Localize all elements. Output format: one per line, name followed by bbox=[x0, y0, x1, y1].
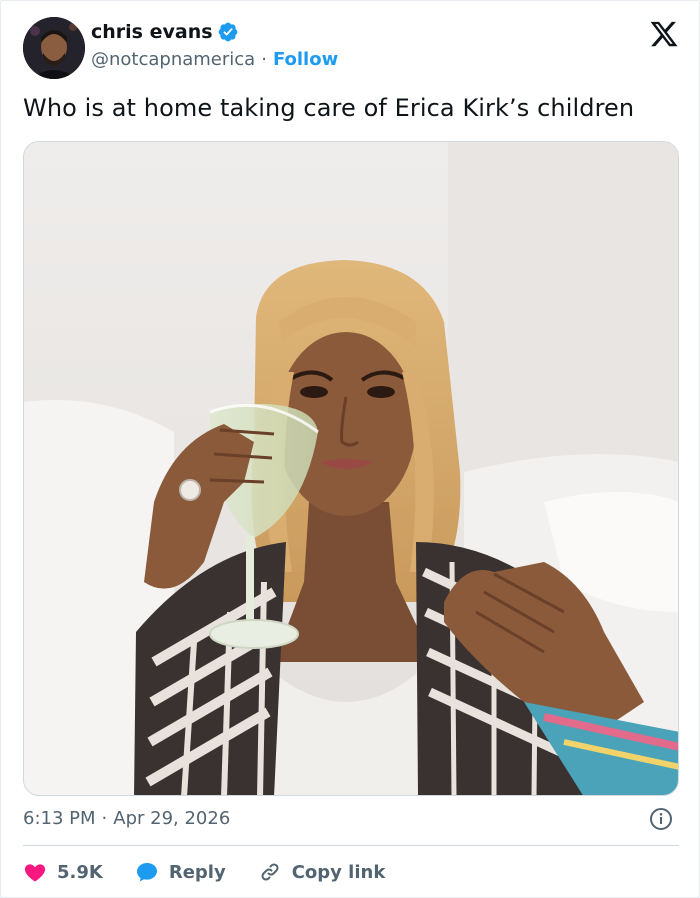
tweet-header: chris evans @notcapnamerica · Follow bbox=[23, 17, 683, 79]
author-handle[interactable]: @notcapnamerica bbox=[91, 49, 255, 70]
heart-icon bbox=[24, 864, 46, 882]
separator-dot: · bbox=[261, 49, 267, 70]
reply-label: Reply bbox=[168, 861, 226, 883]
tweet-timestamp[interactable]: 6:13 PM · Apr 29, 2026 bbox=[23, 808, 230, 829]
divider bbox=[23, 845, 679, 846]
link-icon bbox=[261, 863, 279, 881]
like-count: 5.9K bbox=[57, 861, 103, 883]
tweet-time: 6:13 PM bbox=[23, 808, 96, 829]
x-logo-icon[interactable] bbox=[649, 19, 679, 49]
like-button[interactable]: 5.9K bbox=[23, 860, 103, 884]
tweet-date: Apr 29, 2026 bbox=[113, 808, 231, 829]
speech-bubble-icon bbox=[136, 863, 157, 882]
info-icon[interactable] bbox=[649, 807, 673, 831]
tweet-actions: 5.9K Reply Copy link bbox=[23, 857, 417, 887]
tweet-media-image[interactable] bbox=[23, 141, 679, 796]
tweet-embed-card: chris evans @notcapnamerica · Follow Who… bbox=[0, 0, 700, 898]
separator-dot: · bbox=[101, 808, 108, 829]
verified-badge-icon bbox=[218, 22, 237, 42]
author-name[interactable]: chris evans bbox=[91, 21, 213, 43]
follow-button[interactable]: Follow bbox=[273, 49, 338, 70]
tweet-text: Who is at home taking care of Erica Kirk… bbox=[23, 94, 635, 122]
copy-link-label: Copy link bbox=[291, 861, 386, 883]
author-avatar[interactable] bbox=[23, 17, 85, 79]
copy-link-button[interactable]: Copy link bbox=[258, 860, 386, 884]
reply-button[interactable]: Reply bbox=[135, 860, 226, 884]
